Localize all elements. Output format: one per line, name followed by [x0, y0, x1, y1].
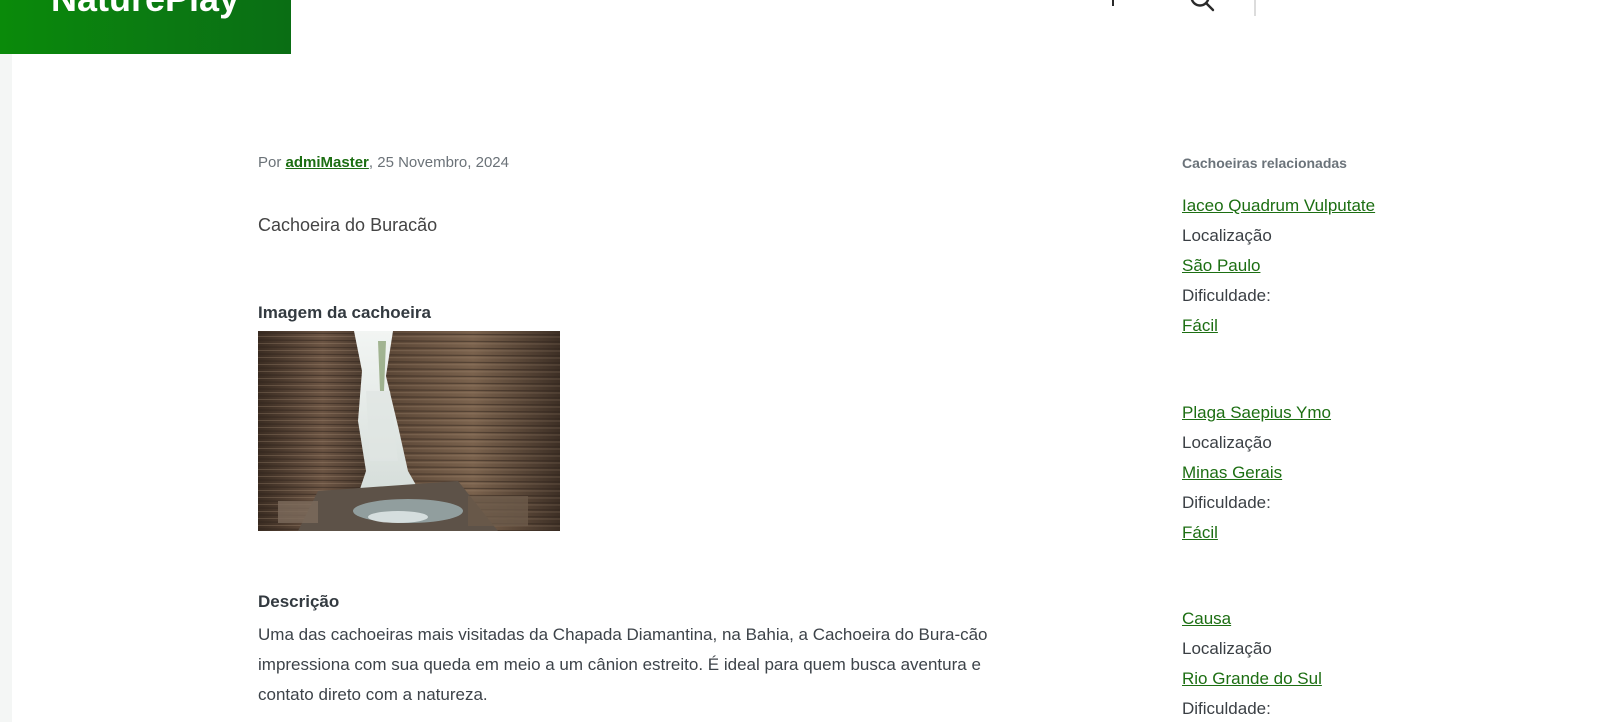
- sidebar-title: Cachoeiras relacionadas: [1182, 155, 1347, 171]
- related-card: Iaceo Quadrum Vulputate Localização São …: [1182, 191, 1542, 341]
- location-label: Localização: [1182, 639, 1272, 658]
- post-date: , 25 Novembro, 2024: [368, 154, 509, 171]
- location-label: Localização: [1182, 433, 1272, 452]
- brand-logo[interactable]: NaturePlay: [0, 0, 291, 54]
- waterfall-link[interactable]: Plaga Saepius Ymo: [1182, 403, 1331, 422]
- waterfall-link[interactable]: Causa: [1182, 609, 1231, 628]
- nav-divider: [1254, 0, 1256, 16]
- difficulty-link[interactable]: Fácil: [1182, 523, 1218, 542]
- location-link[interactable]: Rio Grande do Sul: [1182, 669, 1322, 688]
- search-icon[interactable]: [1189, 0, 1215, 12]
- waterfall-link[interactable]: Iaceo Quadrum Vulputate: [1182, 196, 1375, 215]
- post-title: Cachoeira do Buracão: [258, 215, 438, 235]
- related-card: Causa Localização Rio Grande do Sul Difi…: [1182, 604, 1542, 724]
- description-label: Descrição: [258, 592, 340, 611]
- post-meta: Por admiMaster, 25 Novembro, 2024: [258, 154, 509, 171]
- location-link[interactable]: Minas Gerais: [1182, 463, 1282, 482]
- by-prefix: Por: [258, 154, 286, 171]
- difficulty-label: Dificuldade:: [1182, 493, 1271, 512]
- author-link[interactable]: admiMaster: [286, 154, 369, 171]
- description-text: Uma das cachoeiras mais visitadas da Cha…: [258, 625, 988, 704]
- difficulty-link[interactable]: Fácil: [1182, 316, 1218, 335]
- waterfall-photo: [258, 331, 560, 531]
- brand-name: NaturePlay: [51, 0, 239, 20]
- nav-item-partial[interactable]: [1112, 0, 1124, 6]
- related-card: Plaga Saepius Ymo Localização Minas Gera…: [1182, 398, 1542, 548]
- difficulty-label: Dificuldade:: [1182, 699, 1271, 718]
- image-section-label: Imagem da cachoeira: [258, 303, 431, 322]
- difficulty-label: Dificuldade:: [1182, 286, 1271, 305]
- page-edge: [0, 0, 12, 722]
- location-link[interactable]: São Paulo: [1182, 256, 1260, 275]
- location-label: Localização: [1182, 226, 1272, 245]
